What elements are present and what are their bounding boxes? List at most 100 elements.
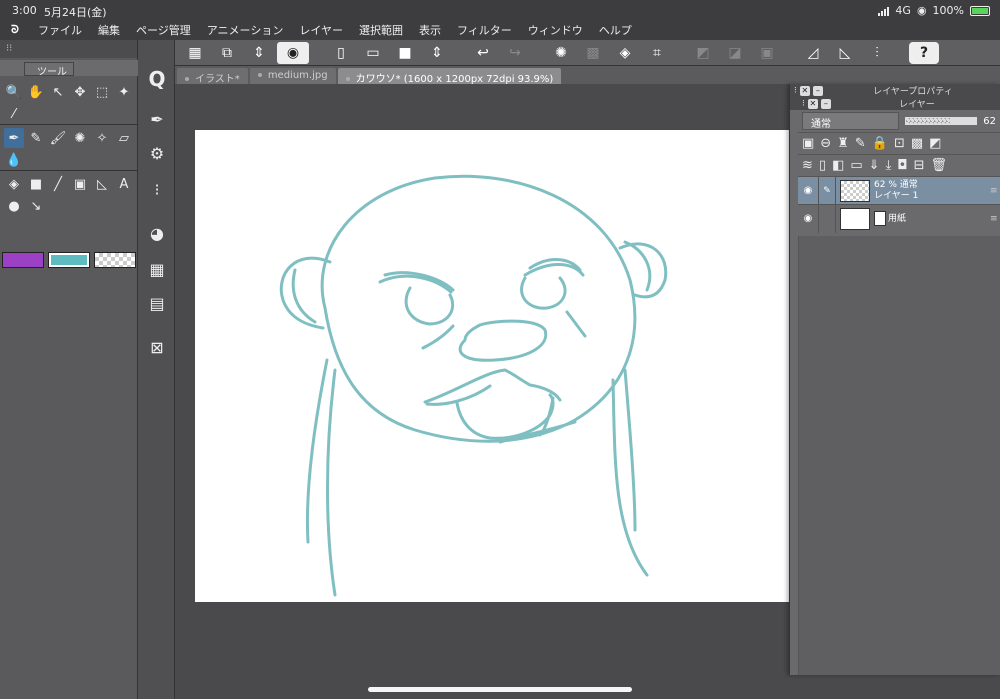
ruler-snap-icon[interactable]: ◿ — [799, 42, 827, 64]
new-folder-icon[interactable]: ▭ — [850, 158, 862, 173]
menu-edit[interactable]: 編集 — [90, 22, 128, 38]
tab-otter[interactable]: カワウソ* (1600 x 1200px 72dpi 93.9%) — [337, 68, 562, 85]
canvas-paper[interactable] — [195, 130, 795, 602]
blend-mode-select[interactable]: 通常 — [802, 112, 900, 130]
reference-layer-icon[interactable]: ♜ — [837, 136, 849, 151]
tab-medium[interactable]: medium.jpg — [249, 68, 336, 84]
transform-icon[interactable]: ⌗ — [643, 42, 671, 64]
deselect-icon[interactable]: ◩ — [689, 42, 717, 64]
save-icon[interactable]: ■ — [391, 42, 419, 64]
layer-row[interactable]: ◉ ✎ 62 % 通常 レイヤー 1 ≡ — [798, 176, 1000, 205]
menu-view[interactable]: 表示 — [411, 22, 449, 38]
menu-filter[interactable]: フィルター — [449, 22, 520, 38]
menu-help[interactable]: ヘルプ — [591, 22, 640, 38]
mask-icon[interactable]: ▩ — [911, 136, 923, 151]
selection-tool-icon[interactable]: ⬚ — [92, 82, 112, 102]
visibility-eye-icon[interactable]: ◉ — [798, 185, 818, 196]
visibility-eye-icon[interactable]: ◉ — [798, 213, 818, 224]
grid-icon[interactable]: ▦ — [181, 42, 209, 64]
sub-tool-icon[interactable]: ✒ — [144, 106, 170, 132]
expression-color-icon[interactable]: ▣ — [802, 136, 814, 151]
main-color-swatch[interactable] — [2, 252, 44, 268]
create-mask-icon[interactable]: ◘ — [897, 158, 907, 173]
apply-mask-icon[interactable]: ⊟ — [914, 158, 925, 173]
new-file-icon[interactable]: ▯ — [327, 42, 355, 64]
auto-select-tool-icon[interactable]: ✦ — [114, 82, 134, 102]
new-vector-layer-icon[interactable]: ◧ — [832, 158, 844, 173]
grid-snap-icon[interactable]: ⫶ — [863, 42, 891, 64]
figure-tool-icon[interactable]: ╱ — [48, 174, 68, 194]
pencil-tool-icon[interactable]: ✎ — [26, 128, 46, 148]
layer-menu-icon[interactable]: ≡ — [990, 214, 1000, 224]
eyedropper-tool-icon[interactable]: ⁄ — [4, 104, 24, 124]
redo-icon[interactable]: ↪ — [501, 42, 529, 64]
move-layer-tool-icon[interactable]: ✥ — [70, 82, 90, 102]
color-wheel-icon[interactable]: ◕ — [144, 220, 170, 246]
ruler-tool-icon[interactable]: ◺ — [92, 174, 112, 194]
pen-tool-icon[interactable]: ✒ — [4, 128, 24, 148]
balloon-tool-icon[interactable]: ● — [4, 196, 24, 216]
lock-icon[interactable]: 🔒 — [872, 136, 888, 151]
fill-tool-icon[interactable]: ◈ — [4, 174, 24, 194]
material-icon[interactable]: ⊠ — [144, 334, 170, 360]
transparent-color-swatch[interactable] — [94, 252, 136, 268]
menu-window[interactable]: ウィンドウ — [520, 22, 591, 38]
close-icon[interactable]: ✕ — [799, 85, 810, 96]
clip-icon[interactable]: ⊖ — [820, 136, 831, 151]
home-indicator[interactable] — [368, 687, 632, 692]
undo-icon[interactable]: ↩ — [469, 42, 497, 64]
loading-icon[interactable]: ✺ — [547, 42, 575, 64]
intermediate-color-icon[interactable]: ▤ — [144, 290, 170, 316]
layer-row-paper[interactable]: ◉ 用紙 ≡ — [798, 204, 1000, 233]
tool-property-icon[interactable]: ⚙ — [144, 140, 170, 166]
special-ruler-snap-icon[interactable]: ◺ — [831, 42, 859, 64]
panel-grip-icon[interactable]: ⁝ — [794, 86, 797, 96]
fill-icon[interactable]: ◈ — [611, 42, 639, 64]
brush-size-icon[interactable]: ⁝ — [144, 176, 170, 202]
eraser-tool-icon[interactable]: ▱ — [114, 128, 134, 148]
edit-target-empty[interactable] — [818, 204, 836, 233]
hand-tool-icon[interactable]: ✋ — [26, 82, 46, 102]
invert-selection-icon[interactable]: ◪ — [721, 42, 749, 64]
frame-tool-icon[interactable]: ▣ — [70, 174, 90, 194]
new-raster-layer-icon[interactable]: ▯ — [819, 158, 826, 173]
selection-border-icon[interactable]: ▣ — [753, 42, 781, 64]
menu-animation[interactable]: アニメーション — [199, 22, 292, 38]
combine-down-icon[interactable]: ⤓ — [886, 158, 892, 173]
transfer-down-icon[interactable]: ⇓ — [869, 158, 880, 173]
operation-tool-icon[interactable]: ↖ — [48, 82, 68, 102]
layer-menu-icon[interactable]: ≡ — [990, 186, 1000, 196]
color-set-icon[interactable]: ▦ — [144, 256, 170, 282]
blend-tool-icon[interactable]: 💧 — [4, 150, 24, 170]
ruler-display-icon[interactable]: ◩ — [929, 136, 941, 151]
updown-arrow-icon[interactable]: ⇕ — [423, 42, 451, 64]
layer-stack-icon[interactable]: ≋ — [802, 158, 813, 173]
close-icon[interactable]: ✕ — [807, 98, 818, 109]
companion-icon[interactable]: ⧉ — [213, 42, 241, 64]
updown-arrow-icon[interactable]: ⇕ — [245, 42, 273, 64]
gradient-tool-icon[interactable]: ■ — [26, 174, 46, 194]
layer-list-empty-area[interactable] — [798, 236, 1000, 675]
brush-tool-icon[interactable]: 🖌 — [48, 128, 68, 148]
correct-line-tool-icon[interactable]: ↘ — [26, 196, 46, 216]
opacity-slider[interactable] — [905, 117, 978, 125]
zoom-tool-icon[interactable]: 🔍 — [4, 82, 24, 102]
text-tool-icon[interactable]: A — [114, 174, 134, 194]
decoration-tool-icon[interactable]: ✧ — [92, 128, 112, 148]
quick-access-icon[interactable]: Q — [144, 66, 170, 92]
app-logo-icon[interactable]: ᘐ — [0, 23, 30, 37]
clip-studio-icon[interactable]: ◉ — [277, 41, 309, 64]
help-icon[interactable]: ? — [909, 41, 939, 64]
tool-panel-tab[interactable]: ツール — [24, 62, 74, 78]
airbrush-tool-icon[interactable]: ✺ — [70, 128, 90, 148]
delete-layer-icon[interactable]: 🗑 — [931, 158, 948, 173]
tab-illustration[interactable]: イラスト* — [177, 68, 248, 85]
minimize-icon[interactable]: – — [812, 85, 823, 96]
menu-page[interactable]: ページ管理 — [128, 22, 199, 38]
menu-file[interactable]: ファイル — [30, 22, 90, 38]
minimize-icon[interactable]: – — [820, 98, 831, 109]
draft-layer-icon[interactable]: ✎ — [855, 136, 866, 151]
edit-target-pen-icon[interactable]: ✎ — [818, 176, 836, 205]
panel-grip-icon[interactable]: ⁝ — [802, 99, 805, 109]
open-file-icon[interactable]: ▭ — [359, 42, 387, 64]
